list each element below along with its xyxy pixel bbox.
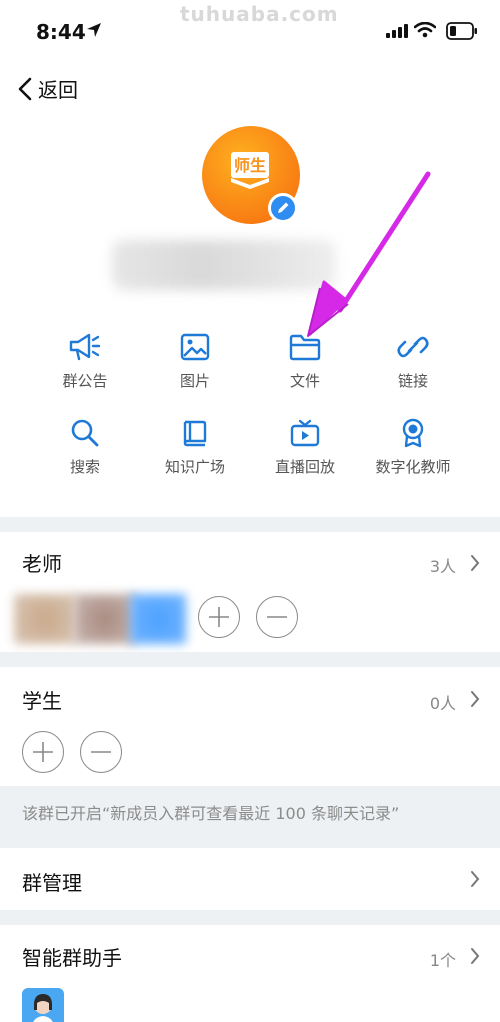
teachers-title: 老师 [22, 552, 62, 576]
teacher-avatar[interactable] [74, 594, 136, 644]
section-divider [0, 652, 500, 667]
minus-icon [91, 751, 111, 753]
add-teacher-button[interactable] [198, 596, 240, 638]
function-knowledge-square[interactable]: 知识广场 [140, 418, 250, 477]
nav-bar: 返回 [0, 70, 500, 110]
edit-avatar-button[interactable] [268, 193, 298, 223]
book-logo-icon: 师生 [231, 152, 269, 189]
assistant-avatar[interactable] [22, 988, 64, 1022]
chevron-right-icon [471, 555, 480, 571]
function-links[interactable]: 链接 [358, 332, 468, 391]
teachers-row[interactable] [0, 532, 500, 592]
history-notice: 该群已开启“新成员入群可查看最近 100 条聊天记录” [0, 786, 500, 834]
function-images[interactable]: 图片 [140, 332, 250, 391]
status-bar: 8:44 tuhuaba.com [0, 0, 500, 62]
back-label: 返回 [38, 78, 78, 102]
function-live-replay[interactable]: 直播回放 [250, 418, 360, 477]
students-count: 0人 [429, 694, 456, 713]
badge-icon [402, 418, 424, 448]
battery-icon [446, 22, 477, 40]
function-digital-teacher[interactable]: 数字化教师 [358, 418, 468, 477]
chevron-left-icon [18, 77, 32, 100]
function-label: 链接 [397, 372, 428, 390]
book-icon [183, 420, 207, 447]
plus-icon [33, 742, 53, 762]
minus-icon [267, 616, 287, 618]
plus-icon [209, 607, 229, 627]
link-icon [397, 336, 429, 358]
chevron-right-icon [471, 871, 480, 887]
function-label: 搜索 [69, 458, 100, 476]
group-manage-title: 群管理 [22, 871, 82, 895]
assistant-title: 智能群助手 [22, 946, 122, 970]
search-icon [71, 419, 99, 447]
teacher-avatar[interactable] [14, 594, 76, 644]
signal-icon [386, 24, 408, 38]
function-search[interactable]: 搜索 [30, 418, 140, 477]
assistant-count: 1个 [429, 951, 456, 970]
function-label: 知识广场 [164, 458, 225, 476]
remove-student-button[interactable] [80, 731, 122, 773]
function-label: 直播回放 [274, 458, 335, 476]
assistant-figure-icon [33, 994, 53, 1022]
section-divider [0, 517, 500, 532]
chevron-right-icon [471, 691, 480, 707]
image-icon [180, 333, 210, 361]
students-title: 学生 [22, 689, 62, 713]
function-label: 文件 [289, 372, 320, 390]
function-label: 数字化教师 [375, 458, 451, 476]
group-name [112, 240, 336, 290]
remove-teacher-button[interactable] [256, 596, 298, 638]
function-label: 群公告 [62, 372, 108, 390]
chevron-right-icon [471, 948, 480, 964]
section-divider [0, 834, 500, 848]
students-row[interactable] [0, 667, 500, 727]
watermark: tuhuaba.com [180, 2, 339, 26]
wifi-icon [414, 22, 436, 38]
location-arrow-icon [87, 23, 101, 37]
back-button[interactable]: 返回 [18, 74, 78, 103]
folder-icon [289, 334, 321, 361]
notice-text: 该群已开启“新成员入群可查看最近 100 条聊天记录” [22, 804, 400, 823]
avatar-text: 师生 [234, 156, 266, 175]
function-label: 图片 [179, 372, 210, 390]
tv-icon [290, 419, 320, 447]
function-announcement[interactable]: 群公告 [30, 332, 140, 391]
section-divider [0, 910, 500, 925]
teachers-count: 3人 [429, 557, 456, 576]
megaphone-icon [69, 333, 101, 361]
teacher-avatar[interactable] [130, 594, 186, 644]
function-files[interactable]: 文件 [250, 332, 360, 391]
pencil-icon [278, 202, 289, 213]
status-time: 8:44 [36, 20, 86, 44]
add-student-button[interactable] [22, 731, 64, 773]
